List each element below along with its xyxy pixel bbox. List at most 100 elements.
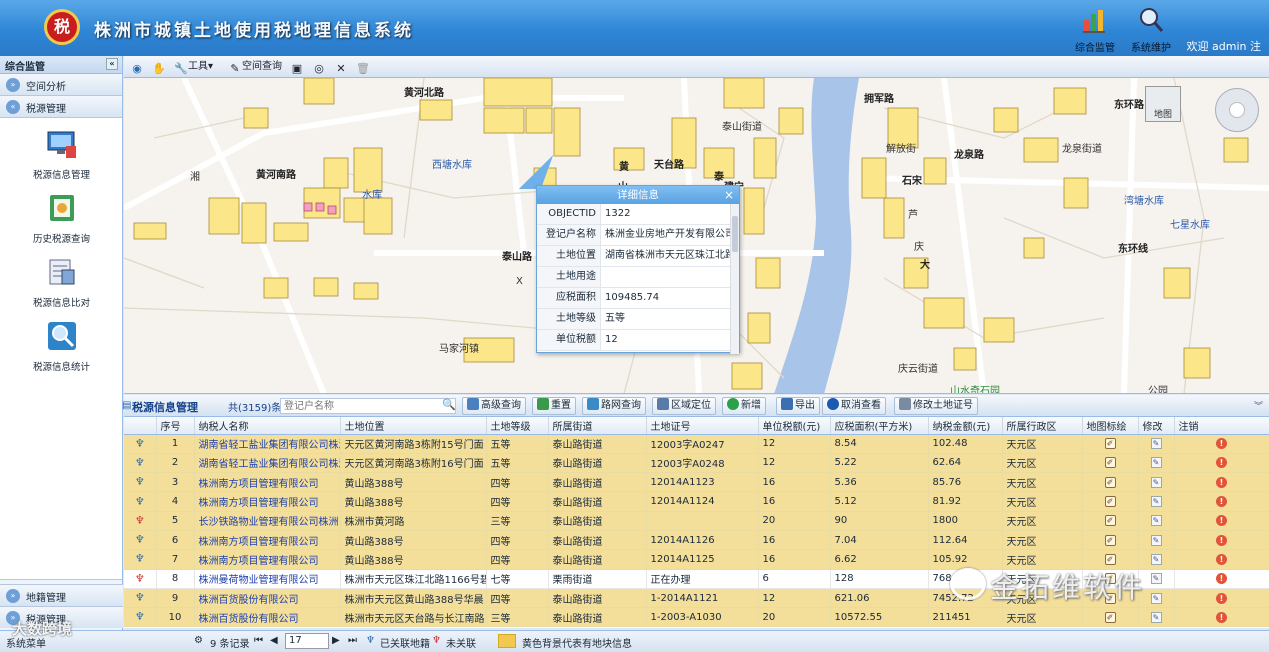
cancel-icon[interactable]: ! xyxy=(1216,592,1227,604)
column-header[interactable]: 土地等级 xyxy=(486,417,549,435)
edit-icon[interactable]: ✎ xyxy=(1150,476,1162,488)
globe-icon[interactable]: ◉ xyxy=(130,59,144,75)
close-icon[interactable]: × xyxy=(724,186,734,204)
last-page-icon[interactable]: ⏭ xyxy=(348,635,357,646)
column-header[interactable]: 单位税额(元) xyxy=(758,417,831,435)
pan-hand-icon[interactable]: ✋ xyxy=(152,59,166,75)
sidebar-section-cadastre[interactable]: » 地籍管理 xyxy=(0,584,123,606)
map-plot-icon[interactable]: ✐ xyxy=(1104,553,1116,565)
taxpayer-name[interactable]: 株洲南方项目管理有限公司 xyxy=(194,530,341,551)
map-navigation-control[interactable] xyxy=(1215,88,1259,132)
next-page-icon[interactable]: ▶ xyxy=(332,635,340,646)
table-row[interactable]: ♆ 1 湖南省轻工盐业集团有限公司株洲 天元区黄河南路3栋附15号门面 五等 泰山路街道 1… xyxy=(124,434,1269,454)
cancel-icon[interactable]: ! xyxy=(1216,457,1227,469)
sidebar-section-spatial[interactable]: » 空间分析 xyxy=(0,74,122,96)
page-select[interactable]: 17 xyxy=(285,633,329,649)
column-header[interactable]: 所属街道 xyxy=(548,417,647,435)
map-plot-icon[interactable]: ✐ xyxy=(1104,515,1116,527)
edit-icon[interactable]: ✎ xyxy=(1150,573,1162,585)
sidebar-item-statistics[interactable]: 税源信息统计 xyxy=(0,310,123,374)
unit-tax: 12 xyxy=(758,434,831,454)
brand-watermark: 金拓维软件 xyxy=(990,571,1146,604)
eye-icon[interactable]: ◎ xyxy=(312,59,326,75)
map-plot-icon[interactable]: ✐ xyxy=(1104,438,1116,450)
edit-icon[interactable]: ✎ xyxy=(1150,438,1162,450)
column-header[interactable]: 应税面积(平方米) xyxy=(830,417,929,435)
sidebar-item-compare[interactable]: 税源信息比对 xyxy=(0,246,123,310)
reset-button[interactable]: 重置 xyxy=(532,397,576,415)
table-row[interactable]: ♆ 2 湖南省轻工盐业集团有限公司株洲 天元区黄河南路3栋附16号门面 五等 泰山路街道 1… xyxy=(124,453,1269,474)
edit-icon[interactable]: ✎ xyxy=(1150,457,1162,469)
map-plot-icon[interactable]: ✐ xyxy=(1104,457,1116,469)
area-locate-button[interactable]: 区域定位 xyxy=(652,397,716,415)
column-header[interactable]: 修改 xyxy=(1138,417,1175,435)
map-plot-icon[interactable]: ✐ xyxy=(1104,476,1116,488)
taxpayer-name[interactable]: 湖南省轻工盐业集团有限公司株洲 xyxy=(194,453,341,474)
clear-icon[interactable]: ✕ xyxy=(334,59,348,75)
edit-icon[interactable]: ✎ xyxy=(1150,553,1162,565)
edit-icon[interactable]: ✎ xyxy=(1150,534,1162,546)
table-row[interactable]: ♆ 4 株洲南方项目管理有限公司 黄山路388号 四等 泰山路街道 12014A1124 16… xyxy=(124,491,1269,512)
column-header[interactable]: 所属行政区 xyxy=(1002,417,1083,435)
table-row[interactable]: ♆ 10 株洲百货股份有限公司 株洲市天元区天台路与长江南路 三等 泰山路街道 1-2003… xyxy=(124,607,1269,628)
column-header[interactable]: 土地证号 xyxy=(646,417,759,435)
collapse-icon[interactable]: « xyxy=(106,58,118,70)
edit-icon[interactable]: ✎ xyxy=(1150,592,1162,604)
taxpayer-name[interactable]: 湖南省轻工盐业集团有限公司株洲 xyxy=(194,434,341,454)
cancel-icon[interactable]: ! xyxy=(1216,438,1227,450)
map-plot-icon[interactable]: ✐ xyxy=(1104,611,1116,623)
cancel-icon[interactable]: ! xyxy=(1216,476,1227,488)
sidebar-section-tax[interactable]: « 税源管理 xyxy=(0,96,122,118)
advanced-query-button[interactable]: 高级查询 xyxy=(462,397,526,415)
settings-icon[interactable]: ⚙ xyxy=(194,635,203,646)
cancel-icon[interactable]: ! xyxy=(1216,534,1227,546)
cancel-icon[interactable]: ! xyxy=(1216,573,1227,585)
taxpayer-name[interactable]: 株洲百货股份有限公司 xyxy=(194,607,341,628)
column-header[interactable]: 序号 xyxy=(156,417,195,435)
edit-icon[interactable]: ✎ xyxy=(1150,515,1162,527)
scrollbar-thumb[interactable] xyxy=(732,216,738,252)
column-header[interactable]: 纳税人名称 xyxy=(194,417,341,435)
table-row[interactable]: ♆ 6 株洲南方项目管理有限公司 黄山路388号 四等 泰山路街道 12014A1126 16… xyxy=(124,530,1269,551)
select-box-icon[interactable]: ▣ xyxy=(290,59,304,75)
sidebar-item-history[interactable]: 历史税源查询 xyxy=(0,182,123,246)
edit-icon[interactable]: ✎ xyxy=(1150,611,1162,623)
table-row[interactable]: ♆ 5 长沙铁路物业管理有限公司株洲 株洲市黄河路 三等 泰山路街道 20 90 1800 天元区… xyxy=(124,511,1269,531)
header-tool-system[interactable]: 系统维护 xyxy=(1116,6,1186,54)
column-header[interactable]: 纳税金额(元) xyxy=(928,417,1003,435)
panel-collapse-icon[interactable]: ︾ xyxy=(1254,399,1263,412)
tools-menu-button[interactable]: 🔧工具▾ xyxy=(174,59,213,75)
road-network-query-button[interactable]: 路网查询 xyxy=(582,397,646,415)
add-button[interactable]: 新增 xyxy=(722,397,766,415)
map-plot-icon[interactable]: ✐ xyxy=(1104,534,1116,546)
export-button[interactable]: 导出 xyxy=(776,397,820,415)
trash-icon[interactable]: 🗑 xyxy=(356,59,370,75)
sidebar-item-tax-info[interactable]: 税源信息管理 xyxy=(0,118,123,182)
popup-scrollbar[interactable] xyxy=(730,204,739,354)
search-icon[interactable]: 🔍 xyxy=(442,398,456,411)
taxpayer-name[interactable]: 株洲南方项目管理有限公司 xyxy=(194,472,341,493)
column-header[interactable]: 土地位置 xyxy=(340,417,487,435)
column-header[interactable]: 注销 xyxy=(1174,417,1269,435)
taxpayer-name[interactable]: 株洲南方项目管理有限公司 xyxy=(194,491,341,512)
taxpayer-name[interactable]: 株洲曼荷物业管理有限公司 xyxy=(194,569,341,589)
basemap-toggle-button[interactable]: 地图 xyxy=(1145,86,1181,122)
first-page-icon[interactable]: ⏮ xyxy=(254,635,263,646)
spatial-query-button[interactable]: ✎ 空间查询 xyxy=(228,59,282,75)
cancel-icon[interactable]: ! xyxy=(1216,553,1227,565)
taxpayer-name[interactable]: 株洲百货股份有限公司 xyxy=(194,588,341,609)
taxpayer-name[interactable]: 株洲南方项目管理有限公司 xyxy=(194,549,341,570)
land-grade: 四等 xyxy=(486,491,549,512)
cancel-icon[interactable]: ! xyxy=(1216,611,1227,623)
taxpayer-search-input[interactable] xyxy=(280,398,456,414)
cancel-icon[interactable]: ! xyxy=(1216,496,1227,508)
column-header[interactable]: 地图标绘 xyxy=(1082,417,1139,435)
cancel-icon[interactable]: ! xyxy=(1216,515,1227,527)
table-row[interactable]: ♆ 3 株洲南方项目管理有限公司 黄山路388号 四等 泰山路街道 12014A1123 16… xyxy=(124,472,1269,493)
taxpayer-name[interactable]: 长沙铁路物业管理有限公司株洲 xyxy=(194,511,341,531)
edit-land-cert-button[interactable]: 修改土地证号 xyxy=(894,397,978,415)
cancel-view-button[interactable]: 取消查看 xyxy=(822,397,886,415)
prev-page-icon[interactable]: ◀ xyxy=(270,635,278,646)
edit-icon[interactable]: ✎ xyxy=(1150,496,1162,508)
map-plot-icon[interactable]: ✐ xyxy=(1104,496,1116,508)
